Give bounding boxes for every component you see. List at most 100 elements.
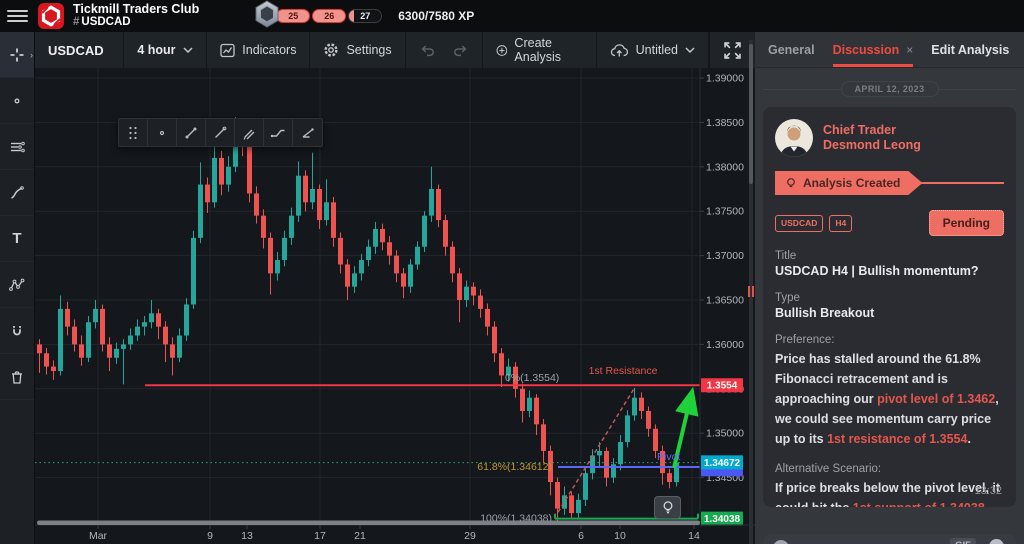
date-divider: APRIL 12, 2023 (763, 81, 1017, 97)
chart-column: USDCAD 4 hour Indicators Settings Create… (35, 32, 755, 544)
crosshair-tool[interactable]: › (0, 32, 34, 78)
angle-line-icon (302, 127, 314, 138)
preference-label: Preference: (775, 334, 835, 346)
author-name[interactable]: Desmond Leong (823, 138, 921, 153)
text-tool[interactable]: T (0, 216, 34, 262)
point-tool-button[interactable] (148, 119, 177, 146)
timeframe-chip: H4 (829, 214, 853, 232)
gif-picker-button[interactable]: GIF (950, 538, 976, 544)
trend-line-icon (185, 127, 197, 138)
svg-text:1.38500: 1.38500 (706, 117, 744, 129)
tab-discussion[interactable]: Discussion × (833, 32, 914, 67)
tickmill-logo-icon (38, 3, 64, 29)
pattern-tool[interactable] (0, 262, 34, 308)
svg-text:1.34672: 1.34672 (704, 458, 741, 469)
expand-chevron-icon[interactable]: › (30, 50, 33, 60)
lightbulb-icon (663, 501, 672, 514)
analysis-created-ribbon: Analysis Created (775, 171, 1004, 195)
hash-icon: # (73, 16, 80, 28)
attach-plus-icon[interactable] (773, 540, 789, 544)
ribbon-label: Analysis Created (803, 176, 901, 190)
tab-general[interactable]: General (768, 32, 815, 67)
lightbulb-icon (785, 177, 797, 190)
drag-dots-icon (129, 126, 137, 139)
close-tab-icon[interactable]: × (906, 43, 913, 57)
title-label: Title (775, 250, 797, 262)
analysis-type: Bullish Breakout (775, 306, 875, 320)
svg-text:10: 10 (614, 530, 626, 542)
svg-text:21: 21 (354, 530, 366, 542)
svg-text:1.34038: 1.34038 (704, 514, 741, 525)
magnet-tool[interactable] (0, 308, 34, 354)
drag-handle[interactable] (119, 119, 148, 146)
svg-text:1.36000: 1.36000 (706, 339, 744, 351)
settings-button[interactable]: Settings (310, 32, 406, 68)
pencil-icon (243, 129, 255, 140)
panel-tabbar: General Discussion × Edit Analysis (755, 32, 1024, 68)
chevron-down-icon (183, 47, 193, 53)
svg-text:61.8%(1.34612): 61.8%(1.34612) (477, 461, 552, 473)
scrollbar-unread-marker (748, 286, 754, 297)
dot-tool[interactable] (0, 78, 34, 124)
delete-tool[interactable] (0, 354, 34, 400)
brush-icon (11, 185, 24, 199)
timeframe-dropdown[interactable]: 4 hour (124, 32, 208, 68)
emoji-picker-icon[interactable] (989, 539, 1004, 544)
panel-scrollbar-thumb[interactable] (749, 44, 753, 184)
svg-text:Mar: Mar (89, 530, 108, 542)
indicators-icon (220, 43, 235, 57)
level-progress-pills: 25 26 27 (274, 9, 383, 23)
save-analysis-dropdown[interactable]: Untitled (597, 32, 710, 68)
drawing-tools-sidebar: › T (0, 32, 35, 544)
alt-scenario-text: If price breaks below the pivot level, i… (775, 481, 1001, 507)
undo-icon[interactable] (419, 43, 435, 57)
tab-edit-analysis[interactable]: Edit Analysis (931, 32, 1009, 67)
club-name: Tickmill Traders Club (73, 2, 200, 16)
trash-icon (12, 370, 22, 384)
discussion-panel: General Discussion × Edit Analysis APRIL… (755, 32, 1024, 544)
pending-status-button[interactable]: Pending (928, 210, 1004, 236)
analysis-title: USDCAD H4 | Bullish momentum? (775, 264, 979, 278)
indicators-button[interactable]: Indicators (207, 32, 311, 68)
angle-line-button[interactable] (293, 119, 322, 146)
date-pill: APRIL 12, 2023 (840, 81, 939, 97)
line-icon (215, 126, 227, 138)
chevron-down-icon (685, 47, 695, 53)
preference-text: Price has stalled around the 61.8% Fibon… (775, 352, 999, 446)
ray-line-button[interactable] (206, 119, 235, 146)
alt-scenario-label: Alternative Scenario: (775, 463, 882, 475)
trend-line-button[interactable] (177, 119, 206, 146)
channel-name: # USDCAD (73, 16, 131, 28)
history-buttons (406, 32, 483, 68)
svg-text:14: 14 (688, 530, 700, 542)
redo-icon[interactable] (453, 43, 469, 57)
symbol-label: USDCAD (35, 32, 125, 68)
svg-text:29: 29 (464, 530, 476, 542)
svg-text:17: 17 (314, 530, 326, 542)
message-input[interactable]: GIF (763, 534, 1016, 544)
svg-text:9: 9 (207, 530, 213, 542)
svg-text:1.37000: 1.37000 (706, 250, 744, 262)
level-hexagon-badge (254, 0, 280, 33)
svg-text:1.38000: 1.38000 (706, 161, 744, 173)
type-label: Type (775, 292, 800, 304)
cloud-upload-icon (610, 43, 628, 56)
svg-text:1.39000: 1.39000 (706, 73, 744, 85)
fullscreen-icon (724, 41, 741, 59)
author-role[interactable]: Chief Trader (823, 123, 921, 138)
analysis-idea-button[interactable] (654, 496, 681, 519)
hamburger-menu-icon[interactable] (0, 0, 35, 32)
svg-text:1.3554: 1.3554 (707, 381, 738, 392)
analysis-message-card: Chief Trader Desmond Leong Analysis Crea… (763, 107, 1016, 507)
dot-icon (159, 130, 165, 135)
svg-text:1.36500: 1.36500 (706, 295, 744, 307)
trend-lines-tool[interactable] (0, 124, 34, 170)
zigzag-line-button[interactable] (264, 119, 293, 146)
pencil-button[interactable] (235, 119, 264, 146)
trend-lines-icon (10, 141, 25, 152)
avatar[interactable] (775, 119, 813, 157)
crosshair-icon (10, 48, 24, 61)
xp-counter: 6300/7580 XP (398, 9, 475, 23)
brush-tool[interactable] (0, 170, 34, 216)
create-analysis-button[interactable]: Create Analysis (483, 32, 597, 68)
